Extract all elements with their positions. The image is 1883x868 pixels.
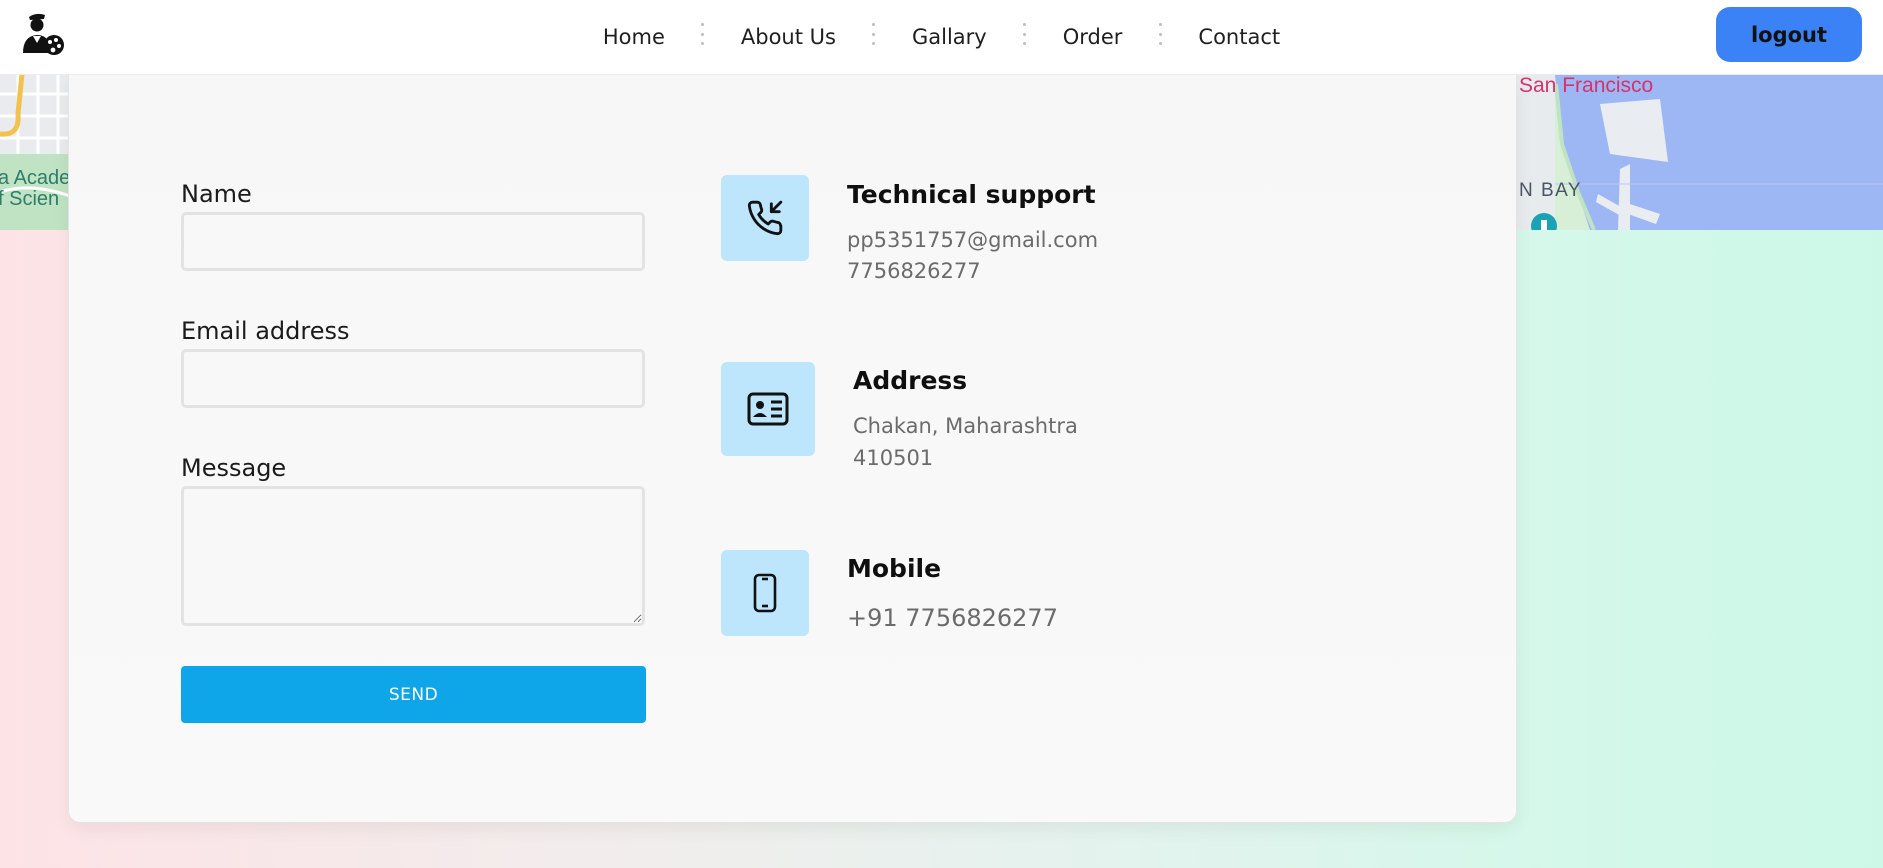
mobile-number[interactable]: +91 7756826277 bbox=[847, 604, 1058, 632]
email-label: Email address bbox=[181, 317, 350, 345]
address-line-1: Chakan, Maharashtra bbox=[853, 414, 1078, 438]
email-input[interactable] bbox=[181, 349, 645, 408]
nav-separator bbox=[701, 23, 705, 45]
map-label-city: San Francisco bbox=[1519, 74, 1653, 97]
map-label-academy-1: a Acade bbox=[0, 167, 70, 189]
address-title: Address bbox=[853, 366, 968, 395]
mobile-title: Mobile bbox=[847, 554, 942, 583]
nav-order[interactable]: Order bbox=[1041, 25, 1145, 49]
nav-home[interactable]: Home bbox=[581, 25, 687, 49]
address-line-2: 410501 bbox=[853, 446, 934, 470]
smartphone-icon bbox=[753, 573, 777, 613]
mobile-icon-box bbox=[721, 550, 809, 636]
nav-about-us[interactable]: About Us bbox=[719, 25, 858, 49]
technical-support-title: Technical support bbox=[847, 180, 1096, 209]
name-label: Name bbox=[181, 180, 252, 208]
nav-contact[interactable]: Contact bbox=[1176, 25, 1302, 49]
address-card-icon bbox=[747, 392, 789, 426]
technical-support-email[interactable]: pp5351757@gmail.com bbox=[847, 228, 1098, 252]
address-icon-box bbox=[721, 362, 815, 456]
logout-button[interactable]: logout bbox=[1716, 7, 1862, 62]
navbar: Home About Us Gallary Order Contact logo… bbox=[0, 0, 1883, 75]
map-label-bay: N BAY bbox=[1519, 180, 1582, 201]
name-input[interactable] bbox=[181, 212, 645, 271]
phone-incoming-icon bbox=[747, 200, 783, 236]
map-bay-area bbox=[1515, 74, 1883, 230]
message-textarea[interactable] bbox=[181, 486, 645, 626]
nav-gallary[interactable]: Gallary bbox=[890, 25, 1009, 49]
contact-card: Name Email address Message SEND Technica… bbox=[68, 74, 1517, 823]
technical-support-icon-box bbox=[721, 175, 809, 261]
send-button[interactable]: SEND bbox=[181, 666, 646, 723]
message-label: Message bbox=[181, 454, 287, 482]
map-label-academy-2: f Scien bbox=[0, 188, 59, 210]
nav-separator bbox=[872, 23, 876, 45]
nav-separator bbox=[1158, 23, 1162, 45]
technical-support-phone[interactable]: 7756826277 bbox=[847, 259, 981, 283]
nav-separator bbox=[1023, 23, 1027, 45]
main-nav: Home About Us Gallary Order Contact bbox=[0, 0, 1883, 74]
